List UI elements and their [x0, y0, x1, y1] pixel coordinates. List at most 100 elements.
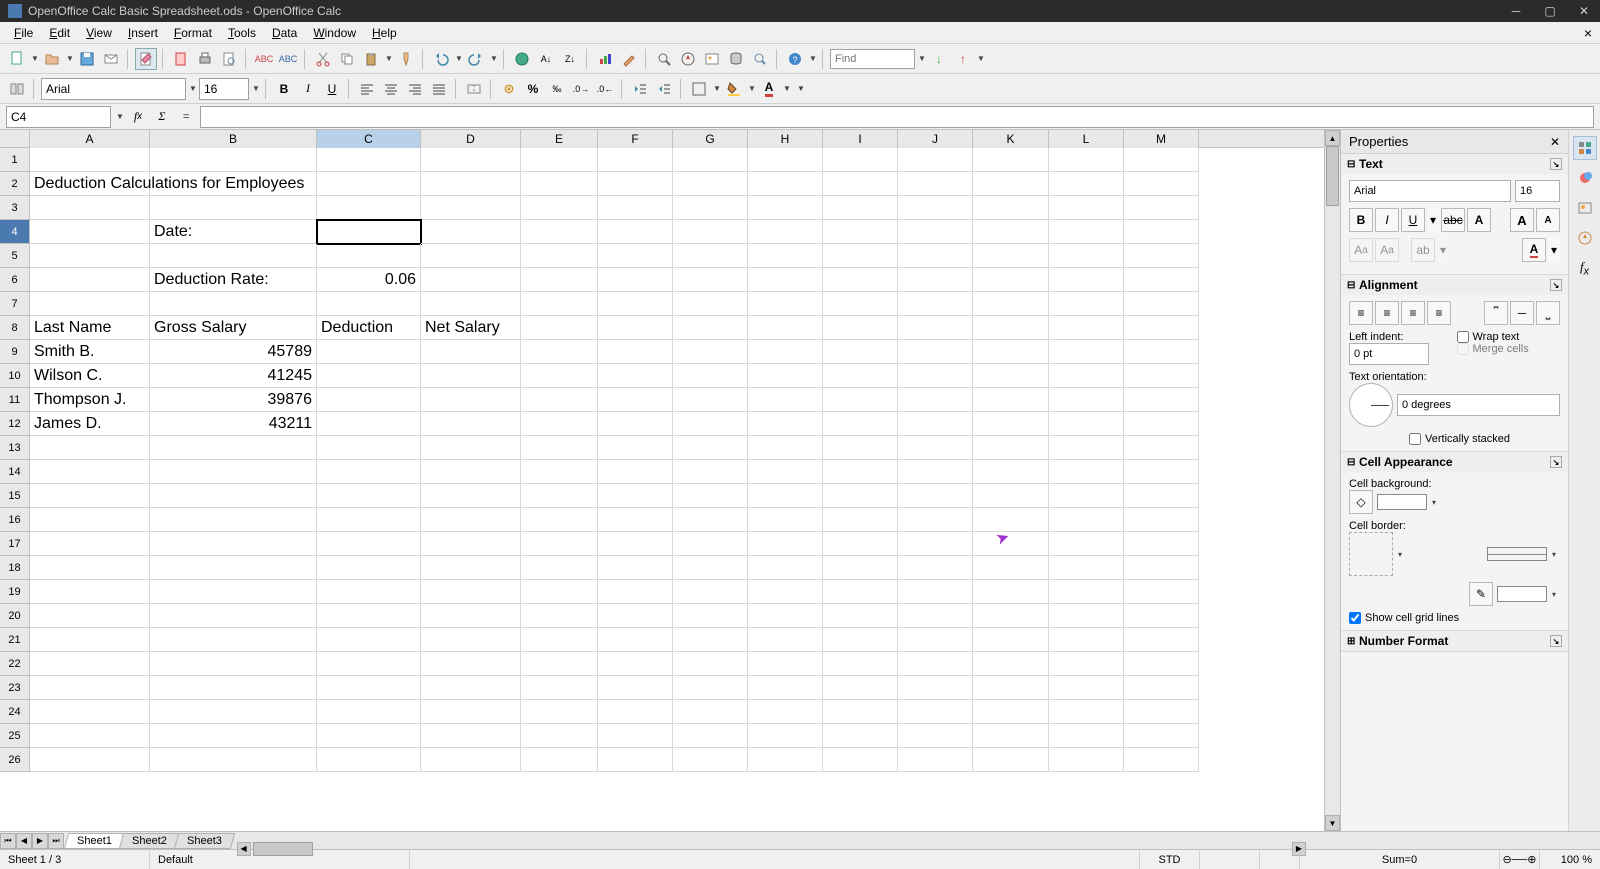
cell-K7[interactable] — [973, 292, 1049, 316]
gallery-tab[interactable] — [1573, 196, 1597, 220]
align-middle-button[interactable]: ─ — [1510, 301, 1534, 325]
col-header-E[interactable]: E — [521, 130, 598, 148]
cell-D1[interactable] — [421, 148, 521, 172]
row-header-7[interactable]: 7 — [0, 292, 30, 316]
cell-E23[interactable] — [521, 676, 598, 700]
cell-B18[interactable] — [150, 556, 317, 580]
cell-E7[interactable] — [521, 292, 598, 316]
cell-K17[interactable] — [973, 532, 1049, 556]
sum-button[interactable]: Σ — [152, 107, 172, 127]
cell-L14[interactable] — [1049, 460, 1124, 484]
cell-A2[interactable]: Deduction Calculations for Employees — [30, 172, 150, 196]
cell-K23[interactable] — [973, 676, 1049, 700]
cell-D5[interactable] — [421, 244, 521, 268]
menu-file[interactable]: File — [6, 24, 41, 42]
cell-G3[interactable] — [673, 196, 748, 220]
cell-H14[interactable] — [748, 460, 823, 484]
cell-B5[interactable] — [150, 244, 317, 268]
cell-B13[interactable] — [150, 436, 317, 460]
cell-I20[interactable] — [823, 604, 898, 628]
cell-L10[interactable] — [1049, 364, 1124, 388]
cell-F12[interactable] — [598, 412, 673, 436]
cell-E15[interactable] — [521, 484, 598, 508]
cell-E3[interactable] — [521, 196, 598, 220]
cell-M11[interactable] — [1124, 388, 1199, 412]
cell-K22[interactable] — [973, 652, 1049, 676]
cell-M8[interactable] — [1124, 316, 1199, 340]
cell-M1[interactable] — [1124, 148, 1199, 172]
cell-M7[interactable] — [1124, 292, 1199, 316]
cell-C5[interactable] — [317, 244, 421, 268]
cell-J15[interactable] — [898, 484, 973, 508]
cell-F8[interactable] — [598, 316, 673, 340]
row-header-20[interactable]: 20 — [0, 604, 30, 628]
cell-B21[interactable] — [150, 628, 317, 652]
sheet-tab-sheet2[interactable]: Sheet2 — [119, 833, 180, 849]
cell-E19[interactable] — [521, 580, 598, 604]
cell-K25[interactable] — [973, 724, 1049, 748]
cell-J14[interactable] — [898, 460, 973, 484]
scroll-thumb[interactable] — [1326, 146, 1339, 206]
cell-G11[interactable] — [673, 388, 748, 412]
cell-J22[interactable] — [898, 652, 973, 676]
cell-M18[interactable] — [1124, 556, 1199, 580]
cell-B17[interactable] — [150, 532, 317, 556]
sidebar-shadow-button[interactable]: A — [1467, 208, 1491, 232]
cell-A21[interactable] — [30, 628, 150, 652]
cell-A13[interactable] — [30, 436, 150, 460]
undo-button[interactable] — [430, 48, 452, 70]
cell-K16[interactable] — [973, 508, 1049, 532]
cell-H9[interactable] — [748, 340, 823, 364]
cell-M6[interactable] — [1124, 268, 1199, 292]
cell-L18[interactable] — [1049, 556, 1124, 580]
dropdown-icon[interactable]: ▾ — [1548, 238, 1560, 262]
cell-L20[interactable] — [1049, 604, 1124, 628]
cell-J6[interactable] — [898, 268, 973, 292]
cell-J25[interactable] — [898, 724, 973, 748]
border-color-swatch[interactable] — [1497, 586, 1547, 602]
dropdown-icon[interactable]: ▼ — [31, 54, 39, 63]
left-indent-input[interactable] — [1349, 343, 1429, 365]
cell-F18[interactable] — [598, 556, 673, 580]
cell-G4[interactable] — [673, 220, 748, 244]
dropdown-icon[interactable]: ▼ — [748, 84, 756, 93]
subscript-button[interactable]: Aa — [1375, 238, 1399, 262]
row-header-1[interactable]: 1 — [0, 148, 30, 172]
cell-I8[interactable] — [823, 316, 898, 340]
cell-C3[interactable] — [317, 196, 421, 220]
align-right-button[interactable]: ≡ — [1401, 301, 1425, 325]
cell-K26[interactable] — [973, 748, 1049, 772]
cell-H26[interactable] — [748, 748, 823, 772]
gallery-button[interactable] — [701, 48, 723, 70]
cell-D4[interactable] — [421, 220, 521, 244]
cell-H24[interactable] — [748, 700, 823, 724]
cell-H20[interactable] — [748, 604, 823, 628]
find-next-button[interactable]: ↓ — [928, 48, 950, 70]
show-gridlines-checkbox[interactable]: Show cell grid lines — [1349, 612, 1560, 624]
cell-A24[interactable] — [30, 700, 150, 724]
cell-L2[interactable] — [1049, 172, 1124, 196]
cell-G25[interactable] — [673, 724, 748, 748]
cell-E4[interactable] — [521, 220, 598, 244]
cell-B14[interactable] — [150, 460, 317, 484]
cell-M2[interactable] — [1124, 172, 1199, 196]
cell-H16[interactable] — [748, 508, 823, 532]
cell-L19[interactable] — [1049, 580, 1124, 604]
sidebar-italic-button[interactable]: I — [1375, 208, 1399, 232]
cell-A17[interactable] — [30, 532, 150, 556]
edit-file-button[interactable] — [135, 48, 157, 70]
toolbar-dropdown[interactable]: ▼ — [809, 54, 817, 63]
cell-M19[interactable] — [1124, 580, 1199, 604]
dropdown-icon[interactable]: ▼ — [252, 84, 260, 93]
cell-F22[interactable] — [598, 652, 673, 676]
cell-I23[interactable] — [823, 676, 898, 700]
cell-I3[interactable] — [823, 196, 898, 220]
cell-A20[interactable] — [30, 604, 150, 628]
cell-G26[interactable] — [673, 748, 748, 772]
cell-D11[interactable] — [421, 388, 521, 412]
dropdown-icon[interactable]: ▼ — [66, 54, 74, 63]
cell-B22[interactable] — [150, 652, 317, 676]
align-bottom-button[interactable]: ⎵ — [1536, 301, 1560, 325]
cell-H11[interactable] — [748, 388, 823, 412]
print-preview-button[interactable] — [218, 48, 240, 70]
